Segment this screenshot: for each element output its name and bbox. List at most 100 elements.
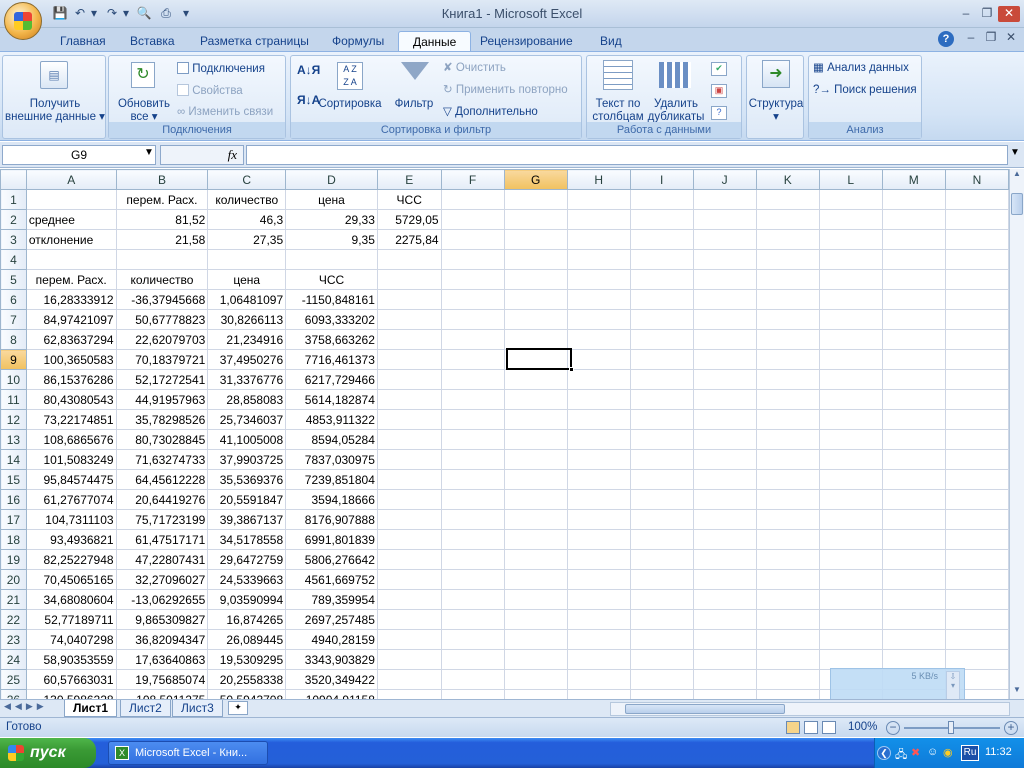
cell[interactable] [881,469,946,490]
cell-a[interactable]: 108,6865676 [25,429,117,450]
start-button[interactable]: пуск [0,738,96,768]
cell-c[interactable]: 35,5369376 [207,469,287,490]
name-box-dropdown-icon[interactable]: ▼ [144,147,154,158]
cell[interactable] [629,669,694,690]
select-all-corner[interactable] [0,169,27,190]
cell[interactable] [944,289,1009,310]
cell-e[interactable] [376,289,442,310]
row-header[interactable]: 16 [0,489,27,510]
cell[interactable] [755,229,820,250]
cell[interactable] [692,409,757,430]
cell[interactable] [440,629,505,650]
column-header[interactable]: D [285,169,378,190]
cell[interactable] [566,369,631,390]
cell[interactable] [503,269,568,290]
cell[interactable] [944,489,1009,510]
cell[interactable] [566,289,631,310]
cell[interactable] [692,369,757,390]
messenger-icon[interactable]: ☺ [927,746,938,758]
cell[interactable] [881,229,946,250]
cell[interactable] [881,429,946,450]
cell[interactable] [881,269,946,290]
cell-b[interactable]: 61,47517171 [115,529,209,550]
outline-button[interactable]: Структура ▾ [747,98,805,124]
cell[interactable] [566,349,631,370]
cell[interactable] [440,329,505,350]
cell[interactable] [503,429,568,450]
row-header[interactable]: 19 [0,549,27,570]
cell[interactable] [755,269,820,290]
cell-c[interactable]: 24,5339663 [207,569,287,590]
cell[interactable] [440,469,505,490]
cell-e[interactable] [376,609,442,630]
cell-d[interactable]: 789,359954 [285,589,378,610]
cell-c[interactable]: 20,2558338 [207,669,287,690]
cell-b[interactable]: 80,73028845 [115,429,209,450]
data-analysis-button[interactable]: ▦ Анализ данных [813,62,909,75]
cell[interactable] [755,329,820,350]
column-header[interactable]: G [503,169,568,190]
cell-c[interactable]: 29,6472759 [207,549,287,570]
cell[interactable] [629,449,694,470]
sheet-tab-3[interactable]: Лист3 [172,700,223,717]
cell[interactable] [503,229,568,250]
cell-b[interactable]: 70,18379721 [115,349,209,370]
cell[interactable] [629,509,694,530]
cell[interactable] [566,609,631,630]
cell-b[interactable]: 47,22807431 [115,549,209,570]
antivirus-icon[interactable]: ✖ [911,746,920,759]
cell-d[interactable]: 5806,276642 [285,549,378,570]
cell-c[interactable]: 30,8266113 [207,309,287,330]
cell[interactable] [629,269,694,290]
cell[interactable] [818,429,883,450]
cell[interactable] [629,389,694,410]
cell[interactable] [440,529,505,550]
row-header[interactable]: 25 [0,669,27,690]
vertical-scrollbar[interactable]: ▲ ▼ [1009,169,1024,699]
cell-d[interactable]: 6093,333202 [285,309,378,330]
cell[interactable] [692,189,757,210]
cell-e[interactable] [376,389,442,410]
refresh-all-button[interactable]: Обновить все ▾ [111,98,177,124]
cell-d[interactable]: 3594,18666 [285,489,378,510]
cell-a[interactable]: 95,84574475 [25,469,117,490]
cell-d[interactable]: 29,33 [285,209,378,230]
cell[interactable] [881,309,946,330]
cell-a[interactable]: среднее [25,209,117,230]
formula-input[interactable] [246,145,1008,165]
cell[interactable] [629,409,694,430]
cell[interactable] [440,569,505,590]
cell-c[interactable]: 34,5178558 [207,529,287,550]
cell-d[interactable]: 10904,91158 [285,689,378,699]
cell[interactable] [881,329,946,350]
cell[interactable] [818,489,883,510]
cell[interactable] [881,389,946,410]
cell[interactable] [818,369,883,390]
cell-e[interactable] [376,669,442,690]
cell-c[interactable]: 16,874265 [207,609,287,630]
properties-button[interactable]: Свойства [177,84,243,98]
cell-d[interactable]: 6991,801839 [285,529,378,550]
expand-formula-icon[interactable]: ▼ [1010,147,1020,158]
horizontal-scroll-thumb[interactable] [625,704,785,714]
cell[interactable] [944,589,1009,610]
cell[interactable] [629,569,694,590]
update-icon[interactable]: ◉ [943,746,953,759]
workbook-close-icon[interactable]: ✕ [1000,30,1022,46]
cell[interactable] [881,529,946,550]
cell-e[interactable]: 5729,05 [376,209,442,230]
cell[interactable] [566,669,631,690]
cell-a[interactable]: перем. Расх. [25,269,117,290]
cell[interactable] [944,249,1009,270]
network-icon[interactable]: 🖧 [895,746,907,765]
cell-e[interactable] [376,509,442,530]
cell[interactable] [881,289,946,310]
row-header[interactable]: 2 [0,209,27,230]
cell[interactable] [440,609,505,630]
cell-c[interactable] [207,249,287,270]
cell[interactable] [818,529,883,550]
row-header[interactable]: 4 [0,249,27,270]
cell-b[interactable]: перем. Расх. [115,189,209,210]
cell-a[interactable]: 74,0407298 [25,629,117,650]
cell[interactable] [944,389,1009,410]
